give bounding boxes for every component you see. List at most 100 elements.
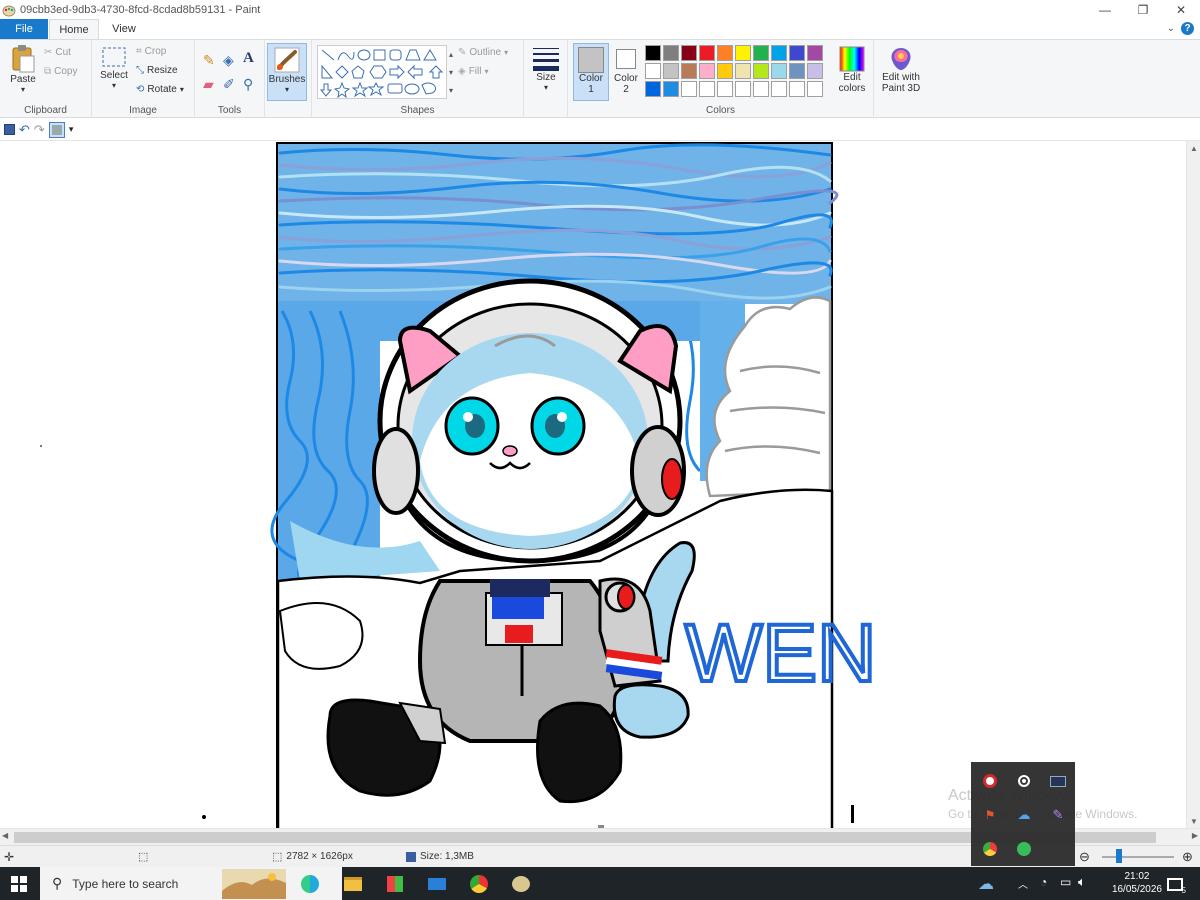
clock[interactable]: 21:02 16/05/2026 (1112, 870, 1162, 896)
eraser-icon[interactable]: ▰ (203, 76, 214, 93)
tab-view[interactable]: View (99, 19, 149, 39)
minimize-button[interactable]: — (1086, 0, 1124, 20)
paint-taskbar-icon[interactable] (510, 873, 532, 895)
zoom-out-icon[interactable]: ⊖ (1079, 849, 1090, 865)
tray-pen-icon[interactable]: ✎ (1041, 798, 1075, 832)
tab-home[interactable]: Home (49, 19, 99, 39)
network-icon[interactable]: ◔ (1040, 875, 1047, 889)
edit-with-paint3d-button[interactable]: Edit with Paint 3D (876, 46, 926, 94)
fill-button[interactable]: ◈ Fill ▾ (458, 66, 489, 77)
palette-swatch[interactable] (663, 81, 679, 97)
zoom-in-icon[interactable]: ⊕ (1182, 849, 1193, 865)
palette-swatch[interactable] (645, 81, 661, 97)
palette-swatch[interactable] (681, 81, 697, 97)
windows-start-icon[interactable] (8, 873, 30, 895)
shapes-scroll[interactable]: ▴ ▾ ▾ (446, 45, 456, 99)
palette-swatch[interactable] (807, 45, 823, 61)
edge-icon[interactable] (299, 873, 321, 895)
palette-swatch[interactable] (789, 81, 805, 97)
paste-button[interactable]: Paste ▾ (6, 44, 40, 94)
battery-icon[interactable]: ▭ (1060, 875, 1071, 889)
palette-swatch[interactable] (681, 63, 697, 79)
palette-swatch[interactable] (663, 45, 679, 61)
collapse-ribbon-icon[interactable]: ⌄ (1167, 23, 1175, 34)
tray-cloud-icon[interactable]: ☁ (1007, 798, 1041, 832)
store-icon[interactable] (384, 873, 406, 895)
outline-button[interactable]: ✎ Outline ▾ (458, 47, 508, 58)
chrome-taskbar-icon[interactable] (468, 873, 490, 895)
palette-swatch[interactable] (699, 45, 715, 61)
palette-swatch[interactable] (771, 81, 787, 97)
brushes-button[interactable]: Brushes ▾ (267, 43, 307, 101)
tray-chrome-icon[interactable] (973, 832, 1007, 866)
volume-icon[interactable]: 🔈︎ (1078, 874, 1086, 890)
magnifier-icon[interactable]: ⚲ (243, 76, 253, 93)
palette-swatch[interactable] (807, 63, 823, 79)
color2-button[interactable]: Color 2 (611, 46, 641, 95)
palette-swatch[interactable] (735, 45, 751, 61)
tray-whatsapp-icon[interactable] (1007, 832, 1041, 866)
help-icon[interactable]: ? (1181, 22, 1194, 35)
palette-swatch[interactable] (735, 63, 751, 79)
palette-swatch[interactable] (771, 45, 787, 61)
palette-swatch[interactable] (789, 45, 805, 61)
scroll-up-icon[interactable]: ▲ (1187, 141, 1200, 155)
palette-swatch[interactable] (753, 45, 769, 61)
copy-button[interactable]: ⧉ Copy (44, 66, 78, 77)
palette-swatch[interactable] (681, 45, 697, 61)
drawing-canvas[interactable]: WEN (0, 141, 1186, 828)
scroll-right-icon[interactable]: ▶ (1192, 831, 1198, 840)
palette-swatch[interactable] (807, 81, 823, 97)
palette-swatch[interactable] (771, 63, 787, 79)
weather-icon[interactable]: ☁ (975, 873, 997, 895)
palette-swatch[interactable] (717, 63, 733, 79)
chevron-down-icon[interactable]: ▾ (69, 124, 74, 135)
size-button[interactable]: Size ▾ (528, 46, 564, 92)
zoom-slider-thumb[interactable] (1116, 849, 1122, 863)
palette-swatch[interactable] (717, 81, 733, 97)
file-explorer-icon[interactable] (342, 873, 364, 895)
notification-icon[interactable]: 5 (1164, 873, 1186, 895)
restore-button[interactable]: ❐ (1124, 0, 1162, 20)
pencil-icon[interactable]: ✎ (203, 52, 215, 69)
resize-button[interactable]: ⤡ Resize (136, 65, 178, 76)
palette-swatch[interactable] (735, 81, 751, 97)
palette-swatch[interactable] (645, 63, 661, 79)
palette-swatch[interactable] (789, 63, 805, 79)
taskbar-search-box[interactable]: ⚲ Type here to search (40, 867, 342, 900)
save-icon[interactable] (4, 124, 15, 135)
tray-display-icon[interactable] (1041, 764, 1075, 798)
rotate-button[interactable]: ⟲ Rotate ▾ (136, 84, 184, 95)
select-button[interactable]: Select ▾ (97, 46, 131, 90)
tray-record-icon[interactable] (1007, 764, 1041, 798)
tray-shield-icon[interactable] (973, 764, 1007, 798)
canvas-workspace[interactable]: WEN (0, 141, 1186, 828)
redo-icon[interactable]: ↷ (34, 122, 45, 138)
fill-bucket-icon[interactable]: ◈ (223, 52, 234, 69)
palette-swatch[interactable] (699, 81, 715, 97)
text-tool-icon[interactable]: A (243, 50, 254, 67)
close-button[interactable]: ✕ (1162, 0, 1200, 20)
chevron-up-icon[interactable]: ︿ (1018, 876, 1028, 891)
palette-swatch[interactable] (753, 63, 769, 79)
color1-button[interactable]: Color 1 (573, 43, 609, 101)
cut-button[interactable]: ✂ Cut (44, 47, 71, 58)
scroll-down-icon[interactable]: ▼ (1187, 814, 1200, 828)
customize-icon[interactable] (48, 121, 65, 138)
tab-file[interactable]: File (0, 19, 48, 39)
palette-swatch[interactable] (753, 81, 769, 97)
vertical-scrollbar[interactable]: ▲ ▼ (1186, 141, 1200, 828)
shapes-gallery[interactable] (317, 45, 447, 99)
crop-button[interactable]: ⌗ Crop (136, 46, 166, 57)
palette-swatch[interactable] (663, 63, 679, 79)
undo-icon[interactable]: ↶ (19, 122, 30, 138)
mail-icon[interactable] (426, 873, 448, 895)
tray-flag-icon[interactable]: ⚑ (973, 798, 1007, 832)
edit-colors-button[interactable]: Edit colors (834, 46, 870, 94)
palette-swatch[interactable] (699, 63, 715, 79)
color-picker-icon[interactable]: ✐ (223, 76, 235, 93)
scroll-left-icon[interactable]: ◀ (2, 831, 8, 840)
palette-swatch[interactable] (645, 45, 661, 61)
zoom-slider-track[interactable] (1102, 856, 1174, 858)
palette-swatch[interactable] (717, 45, 733, 61)
